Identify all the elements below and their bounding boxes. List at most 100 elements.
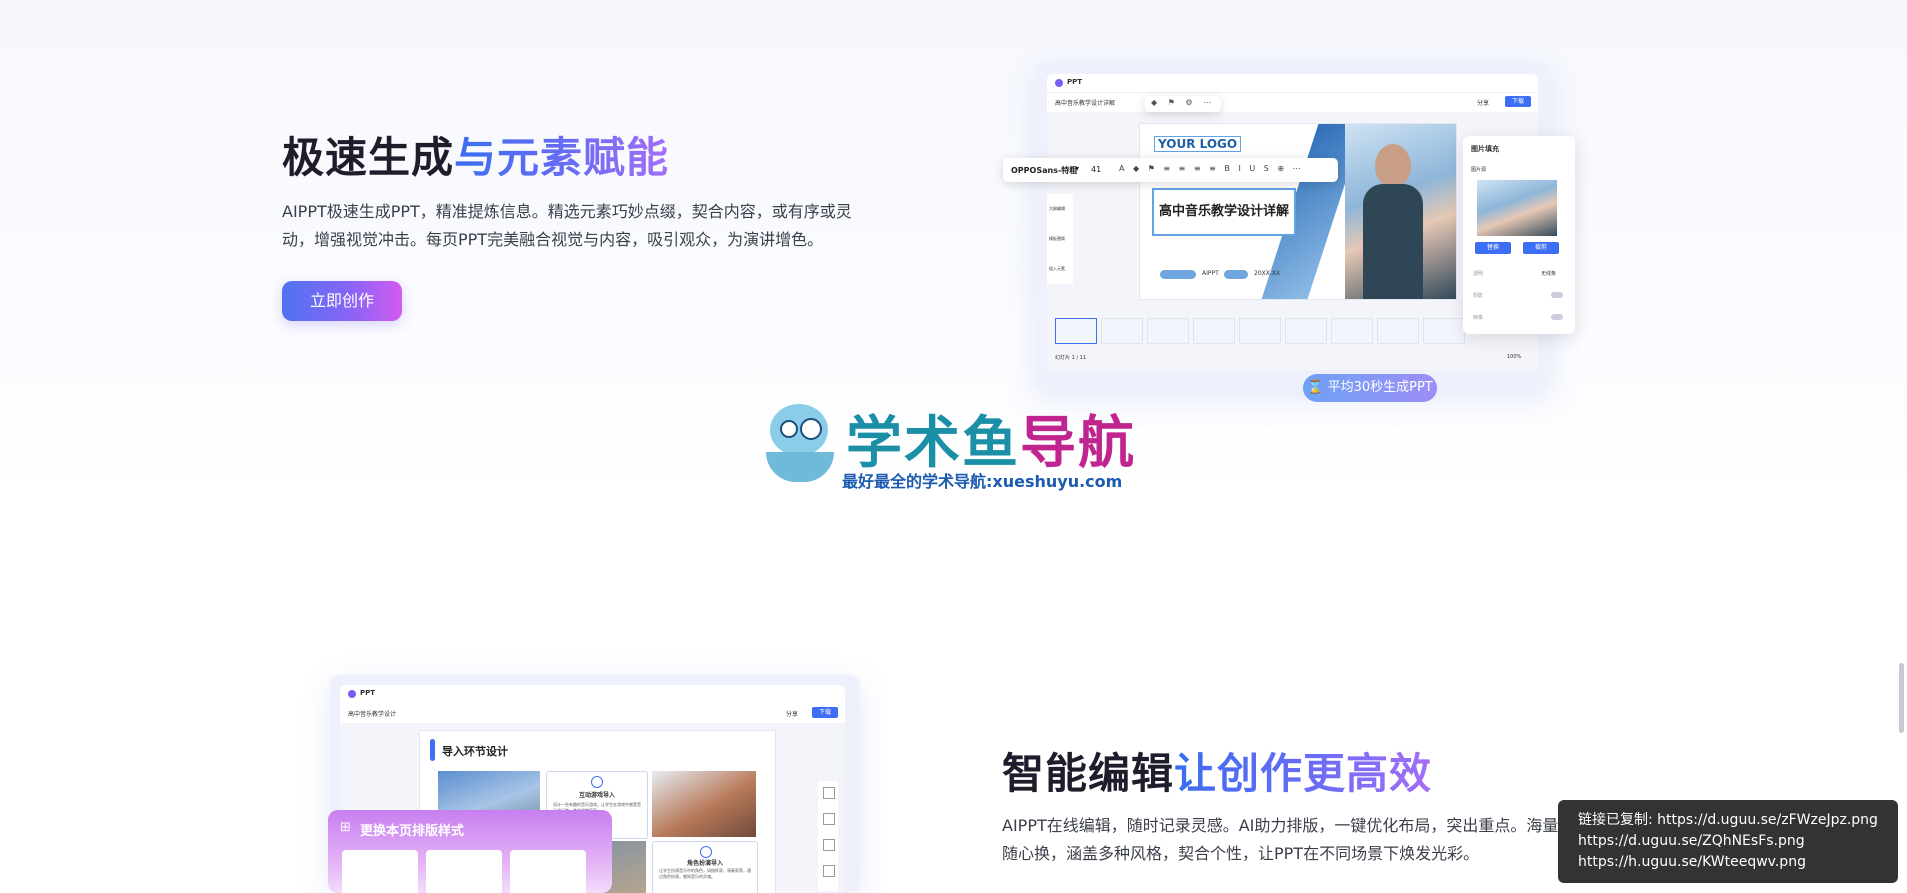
format-icons[interactable]: A ◆ ⚑ ≡ ≡ ≡ ≡ B I U S ⊕ ⋯ [1119, 164, 1304, 173]
layout-style-popup: ⊞ 更换本页排版样式 [328, 810, 612, 893]
slide-chip-2 [1224, 270, 1248, 279]
panel-option-reflection: 映像 [1473, 315, 1484, 321]
section2-desc-line2: 随心换，涵盖多种风格，契合个性，让PPT在不同场景下焕发光彩。 [1002, 844, 1480, 863]
octopus-mascot-icon [760, 404, 840, 490]
layout-option-3[interactable] [510, 850, 586, 893]
mini-toolbar: ◆ ⚑ ⚙ ⋯ [1145, 96, 1221, 112]
page-indicator: 幻灯片 1 / 11 [1055, 355, 1086, 361]
section1-description: AIPPT极速生成PPT，精准提炼信息。精选元素巧妙点缀，契合内容，或有序或灵 … [282, 198, 882, 254]
ppt-editor-preview: PPT 高中音乐教学设计详解 分享 下载 大纲编辑 模板替换 插入元素 YOUR… [1003, 62, 1575, 402]
app-label: PPT [1067, 78, 1083, 86]
thumbnail-7[interactable] [1331, 318, 1373, 344]
slide-card-2[interactable]: 角色扮演导入 让学生扮演音乐中的角色，如指挥家、演奏家等，通过角色扮演，感知音乐… [652, 841, 758, 893]
mini-toolbar-icons[interactable]: ◆ ⚑ ⚙ ⋯ [1151, 98, 1215, 107]
thumbnail-2[interactable] [1101, 318, 1143, 344]
slide-heading-2: 导入环节设计 [442, 745, 508, 758]
download-button-2[interactable]: 下载 [812, 707, 838, 718]
thumbnail-9[interactable] [1423, 318, 1465, 344]
layout-option-1[interactable] [342, 850, 418, 893]
watermark-title-part2: 导航 [1020, 411, 1136, 476]
heading-accent-bar [430, 739, 435, 761]
panel-image-preview[interactable] [1477, 180, 1557, 236]
share-button-2[interactable]: 分享 [786, 709, 798, 718]
panel-option-shadow: 阴影 [1473, 293, 1484, 299]
font-family-select[interactable]: OPPOSans-特粗 [1011, 165, 1077, 176]
thumbnail-5[interactable] [1239, 318, 1281, 344]
card2-text: 让学生扮演音乐中的角色，如指挥家、演奏家等，通过角色扮演，感知音乐的灵魂。 [659, 868, 751, 879]
section1-title: 极速生成与元素赋能 [282, 124, 669, 185]
divider [1047, 92, 1538, 93]
panel-option-transparency: 透明 [1473, 271, 1484, 277]
slide-chip1-text: AIPPT [1202, 270, 1219, 277]
side-toolbar: 大纲编辑 模板替换 插入元素 [1047, 194, 1073, 284]
tool-outline-edit[interactable]: 大纲编辑 [1049, 206, 1065, 212]
thumbnail-6[interactable] [1285, 318, 1327, 344]
share-button[interactable]: 分享 [1477, 98, 1489, 107]
thumbnail-8[interactable] [1377, 318, 1419, 344]
section2-desc-line1: AIPPT在线编辑，随时记录灵感。AI助力排版，一键优化布局，突出重点。海量 [1002, 816, 1559, 835]
page-scrollbar-thumb[interactable] [1899, 663, 1904, 733]
layout-option-2[interactable] [426, 850, 502, 893]
doc-title-2: 高中音乐教学设计 [348, 711, 397, 718]
section2-title-accent: 让创作更高效 [1174, 749, 1433, 798]
watermark-title: 学术鱼导航 [846, 398, 1136, 479]
section1-desc-line1: AIPPT极速生成PPT，精准提炼信息。精选元素巧妙点缀，契合内容，或有序或灵 [282, 202, 852, 221]
tool-insert-element[interactable]: 插入元素 [1049, 266, 1065, 272]
hourglass-icon: ⌛ [1307, 380, 1324, 395]
slide-chip-1 [1160, 270, 1196, 279]
watermark: 学术鱼导航 最好最全的学术导航:xueshuyu.com [760, 402, 1160, 494]
main-slide[interactable]: YOUR LOGO 高中音乐教学设计详解 AIPPT 20XX.XX [1140, 124, 1456, 299]
thumbnail-4[interactable] [1193, 318, 1235, 344]
shadow-toggle[interactable] [1551, 292, 1563, 298]
badge-text: 平均30秒生成PPT [1327, 380, 1433, 395]
zoom-level[interactable]: 100% [1507, 354, 1521, 360]
section2-title: 智能编辑让创作更高效 [1002, 740, 1432, 801]
panel-title: 图片填充 [1471, 145, 1499, 153]
tool-icon-2[interactable] [823, 813, 835, 825]
tool-template-replace[interactable]: 模板替换 [1049, 236, 1065, 242]
slide-title-box[interactable]: 高中音乐教学设计详解 [1152, 188, 1296, 236]
slide-logo[interactable]: YOUR LOGO [1154, 136, 1242, 152]
text-format-toolbar: OPPOSans-特粗 ▾ 41 A ◆ ⚑ ≡ ≡ ≡ ≡ B I U S ⊕… [1003, 158, 1338, 182]
font-size-input[interactable]: 41 [1091, 165, 1101, 174]
copy-link-toast: 链接已复制: https://d.uguu.se/zFWzeJpz.png ht… [1558, 800, 1898, 883]
crop-image-button[interactable]: 裁剪 [1523, 242, 1559, 254]
app-label-2: PPT [360, 689, 376, 697]
thumbnail-strip [1055, 318, 1530, 346]
tool-icon-3[interactable] [823, 839, 835, 851]
section1-title-accent: 与元素赋能 [454, 133, 670, 182]
right-toolbar-2 [818, 781, 838, 891]
toast-line2[interactable]: https://d.uguu.se/ZQhNEsFs.png [1578, 831, 1878, 852]
grid-icon: ⊞ [340, 820, 351, 835]
toast-line3[interactable]: https://h.uguu.se/KWteeqwv.png [1578, 852, 1878, 873]
card2-title: 角色扮演导入 [686, 860, 723, 867]
reflection-toggle[interactable] [1551, 314, 1563, 320]
card1-title: 互动游戏导入 [578, 792, 615, 799]
watermark-title-part1: 学术鱼 [846, 411, 1020, 476]
watermark-subtitle: 最好最全的学术导航:xueshuyu.com [842, 472, 1123, 491]
thumbnail-1[interactable] [1055, 318, 1097, 344]
slide-photo[interactable] [1345, 124, 1456, 299]
doc-title: 高中音乐教学设计详解 [1055, 100, 1116, 107]
download-button[interactable]: 下载 [1505, 96, 1531, 107]
card1-icon [591, 776, 603, 788]
card2-icon [700, 846, 712, 858]
panel-option-line[interactable]: 无线条 [1541, 270, 1556, 277]
photo-face [1375, 144, 1411, 188]
app-logo-icon [1055, 79, 1063, 87]
slide-title: 高中音乐教学设计详解 [1158, 204, 1289, 219]
section1-desc-line2: 动，增强视觉冲击。每页PPT完美融合视觉与内容，吸引观众，为演讲增色。 [282, 230, 824, 249]
slide-image-2[interactable] [652, 771, 756, 837]
panel-subtitle: 图片源 [1471, 167, 1487, 173]
toast-line1[interactable]: 链接已复制: https://d.uguu.se/zFWzeJpz.png [1578, 810, 1878, 831]
replace-image-button[interactable]: 替换 [1475, 242, 1511, 254]
section2-title-dark: 智能编辑 [1002, 749, 1175, 798]
chevron-down-icon[interactable]: ▾ [1075, 164, 1079, 173]
thumbnail-3[interactable] [1147, 318, 1189, 344]
create-now-button[interactable]: 立即创作 [282, 281, 402, 321]
image-fill-panel: 图片填充 图片源 替换 裁剪 透明 无线条 阴影 映像 [1463, 136, 1575, 334]
tool-icon-4[interactable] [823, 865, 835, 877]
layout-popup-title: 更换本页排版样式 [360, 824, 465, 839]
tool-icon-1[interactable] [823, 787, 835, 799]
photo-body [1363, 184, 1423, 299]
